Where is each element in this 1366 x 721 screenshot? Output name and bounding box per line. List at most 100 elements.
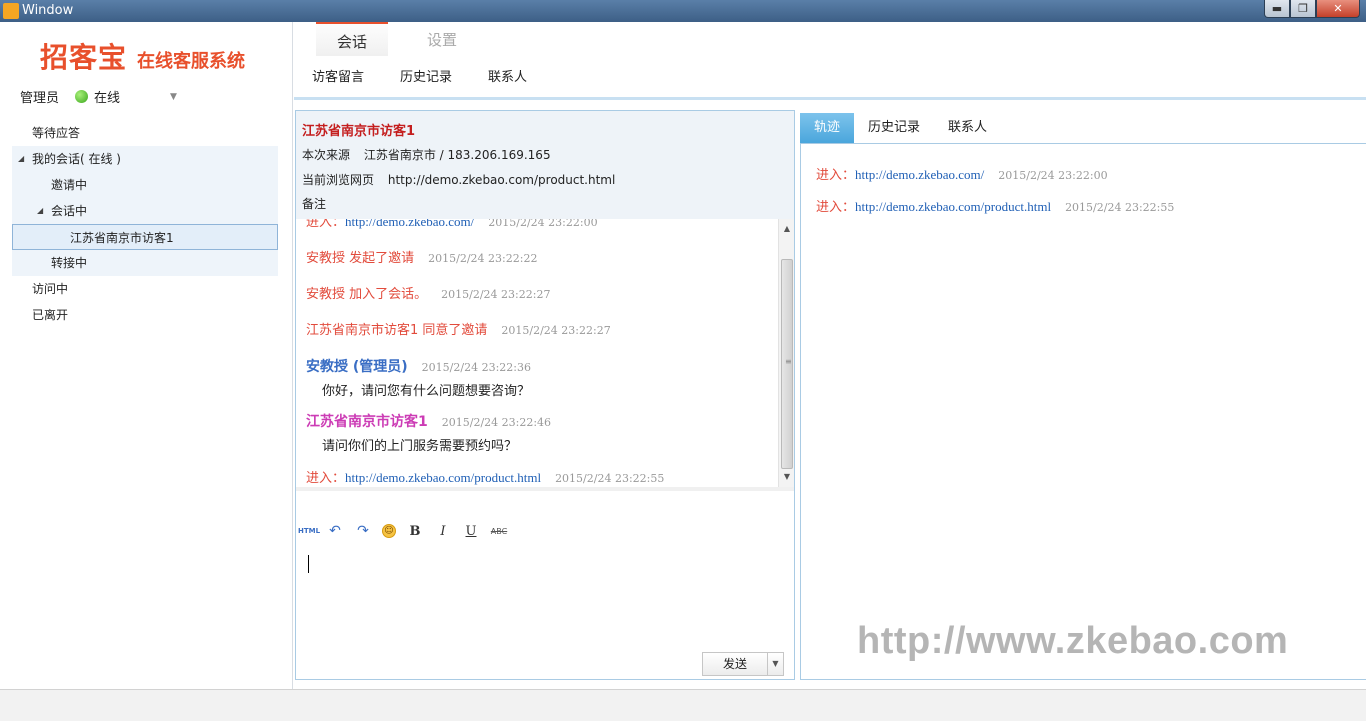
tree-item-inviting[interactable]: 邀请中 [12,172,278,198]
subnav-contacts[interactable]: 联系人 [488,66,527,85]
tab-settings[interactable]: 设置 [406,22,478,56]
online-status-icon [75,90,89,103]
html-icon[interactable]: HTML [298,527,320,535]
track-row: 进入：http://demo.zkebao.com/product.html 20… [816,196,1174,215]
status-bar [0,689,1366,721]
msg-enter: 进入：http://demo.zkebao.com/2015/2/24 23:2… [306,219,598,230]
timestamp: 2015/2/24 23:22:27 [441,288,551,301]
message-list: 进入：http://demo.zkebao.com/2015/2/24 23:2… [296,219,778,487]
system-text: 安教授 加入了会话。 [306,287,428,302]
strikethrough-icon[interactable]: ABC [490,527,508,536]
scroll-thumb[interactable]: ≡ [781,259,793,469]
enter-link[interactable]: http://demo.zkebao.com/ [345,219,474,229]
main-header: 会话 设置 访客留言 历史记录 联系人 [294,22,1366,100]
send-options-icon[interactable]: ▼ [767,653,783,675]
emoji-icon[interactable]: ☺ [382,524,396,538]
user-role: 管理员 [20,91,60,106]
editor-divider[interactable] [296,487,794,491]
expand-arrow-icon[interactable]: ◢ [37,198,43,224]
tree-item-visiting[interactable]: 访问中 [12,276,278,302]
tree-item-label: 已离开 [32,308,69,322]
right-tabs: 轨迹 历史记录 联系人 [800,113,1001,143]
tree-item-label: 江苏省南京市访客1 [70,231,174,245]
undo-icon[interactable]: ↶ [326,523,344,539]
tab-contacts[interactable]: 联系人 [934,113,1001,143]
msg-customer: 江苏省南京市访客1 2015/2/24 23:22:46 请问你们的上门服务需要预… [306,411,551,454]
message-body: 请问你们的上门服务需要预约吗？ [322,439,518,454]
scroll-up-icon[interactable]: ▲ [779,221,795,237]
page-label: 当前浏览网页 [302,173,375,187]
msg-enter: 进入：http://demo.zkebao.com/product.html 20… [306,467,664,486]
enter-label: 进入： [306,219,346,230]
status-dropdown-icon[interactable]: ▼ [170,92,177,102]
bold-icon[interactable]: B [406,524,424,539]
app-icon [3,3,19,19]
track-row: 进入：http://demo.zkebao.com/2015/2/24 23:2… [816,164,1108,183]
message-body: 你好，请问您有什么问题想要咨询？ [322,384,531,399]
scroll-down-icon[interactable]: ▼ [779,469,795,485]
close-button[interactable]: ✕ [1316,0,1360,18]
maximize-button[interactable]: ❐ [1290,0,1316,18]
message-input-cursor[interactable] [308,555,309,573]
msg-system: 安教授 发起了邀请 2015/2/24 23:22:22 [306,247,537,266]
source-value: 江苏省南京市 / 183.206.169.165 [363,148,551,162]
system-text: 安教授 发起了邀请 [306,251,415,266]
msg-agent: 安教授 (管理员) 2015/2/24 23:22:36 你好，请问您有什么问题想… [306,356,531,399]
visitor-info: 江苏省南京市访客1 本次来源 江苏省南京市 / 183.206.169.165 … [296,111,794,219]
tree-item-my-sessions[interactable]: ◢ 我的会话( 在线 ) [12,146,278,172]
logo-sub-text: 在线客服系统 [137,51,246,72]
timestamp: 2015/2/24 23:22:36 [421,361,531,374]
tab-track[interactable]: 轨迹 [800,113,855,143]
enter-link[interactable]: http://demo.zkebao.com/product.html [345,470,541,485]
timestamp: 2015/2/24 23:22:00 [488,219,598,229]
msg-system: 安教授 加入了会话。 2015/2/24 23:22:27 [306,283,550,302]
page-value: http://demo.zkebao.com/product.html [387,173,616,187]
expand-arrow-icon[interactable]: ◢ [18,146,24,172]
timestamp: 2015/2/24 23:22:27 [501,324,611,337]
timestamp: 2015/2/24 23:22:00 [998,169,1108,182]
timestamp: 2015/2/24 23:22:22 [428,252,538,265]
visitor-note[interactable]: 备注 [302,195,326,212]
tree-item-left[interactable]: 已离开 [12,302,278,328]
underline-icon[interactable]: U [462,524,480,539]
message-scrollbar[interactable]: ▲ ≡ ▼ [778,219,794,487]
subnav-history[interactable]: 历史记录 [400,66,452,85]
minimize-button[interactable]: ▬ [1264,0,1290,18]
enter-label: 进入： [816,168,856,183]
status-label[interactable]: 在线 [94,87,120,106]
visitor-current-page: 当前浏览网页 http://demo.zkebao.com/product.ht… [302,171,615,188]
user-status-row: 管理员 在线 ▼ [20,87,177,106]
customer-name: 江苏省南京市访客1 [306,414,428,430]
send-label[interactable]: 发送 [703,653,767,675]
timestamp: 2015/2/24 23:22:55 [1065,201,1175,214]
msg-system: 江苏省南京市访客1 同意了邀请 2015/2/24 23:22:27 [306,319,611,338]
subnav-messages[interactable]: 访客留言 [312,66,364,85]
watermark: http://www.zkebao.com [857,620,1289,662]
source-label: 本次来源 [302,148,351,162]
tree-item-waiting[interactable]: 等待应答 [12,120,278,146]
tree-item-label: 访问中 [32,282,69,296]
tree-item-label: 会话中 [51,204,88,218]
tree-item-label: 邀请中 [51,178,88,192]
logo-main-text: 招客宝 [40,41,128,74]
italic-icon[interactable]: I [434,524,452,539]
enter-label: 进入： [816,200,856,215]
tree-item-in-session[interactable]: ◢ 会话中 [12,198,278,224]
track-link[interactable]: http://demo.zkebao.com/product.html [855,199,1051,214]
window-title: Window [22,3,74,18]
tab-session[interactable]: 会话 [316,22,388,56]
visitor-source: 本次来源 江苏省南京市 / 183.206.169.165 [302,146,551,163]
tree-item-visitor[interactable]: 江苏省南京市访客1 [12,224,278,250]
send-button[interactable]: 发送 ▼ [702,652,784,676]
chat-panel: 江苏省南京市访客1 本次来源 江苏省南京市 / 183.206.169.165 … [295,110,795,680]
track-link[interactable]: http://demo.zkebao.com/ [855,167,984,182]
enter-label: 进入： [306,471,346,486]
scroll-grip-icon: ≡ [785,357,792,366]
tree-item-label: 转接中 [51,256,88,270]
tree-item-label: 我的会话( 在线 ) [32,152,121,166]
tree-item-transferring[interactable]: 转接中 [12,250,278,276]
session-tree: 等待应答 ◢ 我的会话( 在线 ) 邀请中 ◢ 会话中 江苏省南京市访客1 转接… [12,120,278,328]
tab-history[interactable]: 历史记录 [854,113,934,143]
redo-icon[interactable]: ↷ [354,523,372,539]
editor-toolbar: HTML ↶ ↷ ☺ B I U ABC [298,523,518,539]
